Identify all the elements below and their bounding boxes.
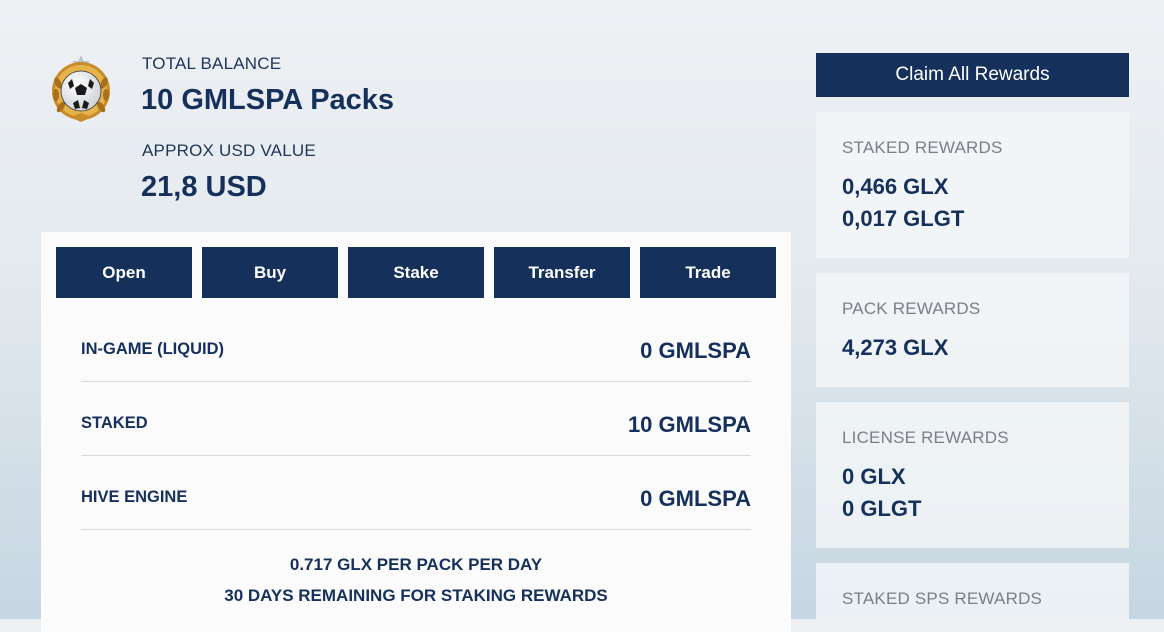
reward-amount: 0 GLX bbox=[842, 464, 906, 489]
usd-value-label: APPROX USD VALUE bbox=[142, 141, 316, 160]
holding-label: HIVE ENGINE bbox=[81, 488, 188, 506]
usd-value: 21,8 USD bbox=[141, 171, 267, 203]
holding-value: 10 GMLSPA bbox=[627, 412, 751, 437]
stake-button[interactable]: Stake bbox=[348, 247, 484, 298]
total-balance-value: 10 GMLSPA Packs bbox=[141, 84, 395, 116]
reward-amount: 0 GLGT bbox=[842, 496, 922, 521]
holding-label: STAKED bbox=[81, 414, 148, 432]
card-title: STAKED SPS REWARDS bbox=[842, 589, 1043, 608]
holdings-panel: Open Buy Stake Transfer Trade IN-GAME (L… bbox=[41, 232, 791, 632]
card-title: STAKED REWARDS bbox=[842, 138, 1003, 157]
open-button[interactable]: Open bbox=[56, 247, 192, 298]
transfer-button[interactable]: Transfer bbox=[494, 247, 630, 298]
holding-row-in-game: IN-GAME (LIQUID) 0 GMLSPA bbox=[81, 308, 751, 382]
staked-sps-rewards-card: STAKED SPS REWARDS bbox=[816, 563, 1129, 619]
card-title: PACK REWARDS bbox=[842, 299, 981, 318]
trade-button[interactable]: Trade bbox=[640, 247, 776, 298]
soccer-ball-laurel-icon bbox=[52, 55, 110, 122]
staking-remaining-text: 30 DAYS REMAINING FOR STAKING REWARDS bbox=[224, 586, 608, 605]
holding-value: 0 GMLSPA bbox=[640, 338, 751, 363]
holding-label: IN-GAME (LIQUID) bbox=[81, 340, 224, 358]
holding-value: 0 GMLSPA bbox=[640, 486, 751, 511]
total-balance-label: TOTAL BALANCE bbox=[142, 54, 282, 73]
reward-amount: 4,273 GLX bbox=[842, 335, 949, 360]
card-title: LICENSE REWARDS bbox=[842, 428, 1009, 447]
action-bar: Open Buy Stake Transfer Trade bbox=[56, 247, 776, 298]
claim-all-rewards-button[interactable]: Claim All Rewards bbox=[816, 53, 1129, 97]
reward-amount: 0,466 GLX bbox=[842, 174, 949, 199]
buy-button[interactable]: Buy bbox=[202, 247, 338, 298]
holding-row-hive-engine: HIVE ENGINE 0 GMLSPA bbox=[81, 456, 751, 530]
staked-rewards-card: STAKED REWARDS 0,466 GLX 0,017 GLGT bbox=[816, 112, 1129, 258]
reward-amount: 0,017 GLGT bbox=[842, 206, 965, 231]
holding-row-staked: STAKED 10 GMLSPA bbox=[81, 382, 751, 456]
staking-rate-text: 0.717 GLX PER PACK PER DAY bbox=[289, 555, 543, 574]
holdings-list: IN-GAME (LIQUID) 0 GMLSPA STAKED 10 GMLS… bbox=[81, 308, 751, 530]
license-rewards-card: LICENSE REWARDS 0 GLX 0 GLGT bbox=[816, 402, 1129, 548]
pack-rewards-card: PACK REWARDS 4,273 GLX bbox=[816, 273, 1129, 387]
